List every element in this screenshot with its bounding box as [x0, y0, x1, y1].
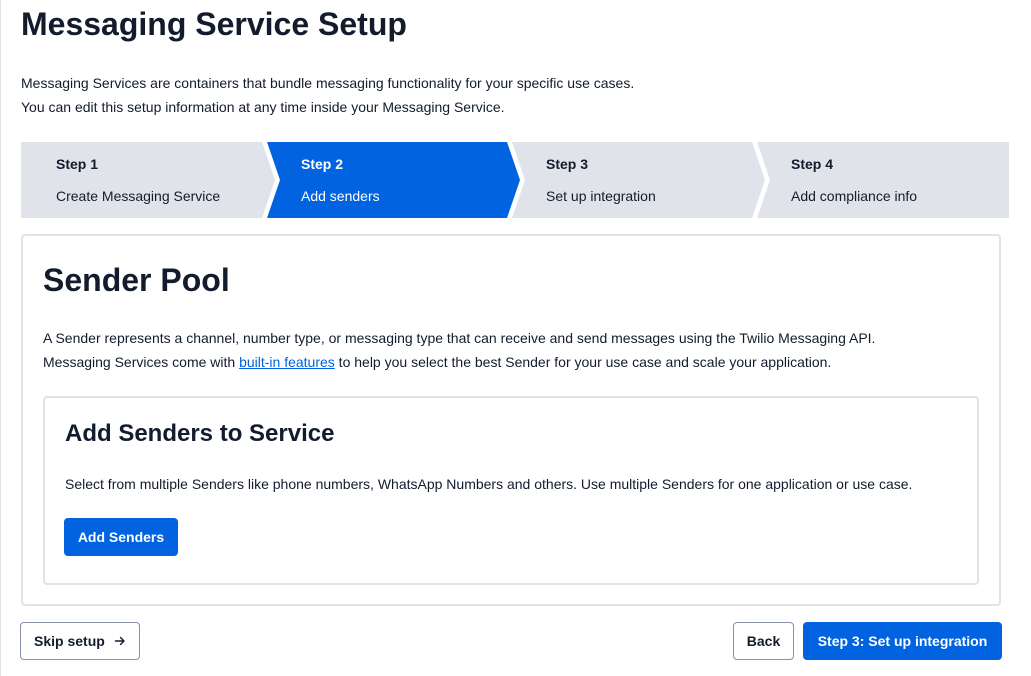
built-in-features-link[interactable]: built-in features — [239, 354, 335, 370]
step-3-label: Set up integration — [546, 188, 656, 204]
setup-stepper: Step 1 Create Messaging Service Step 2 A… — [21, 142, 1009, 218]
step-3-set-up-integration[interactable]: Step 3 Set up integration — [546, 142, 746, 218]
sender-pool-desc-line-2: Messaging Services come with built-in fe… — [43, 350, 973, 374]
step-2-add-senders[interactable]: Step 2 Add senders — [301, 142, 501, 218]
next-step-button[interactable]: Step 3: Set up integration — [803, 622, 1002, 660]
add-senders-description: Select from multiple Senders like phone … — [65, 476, 913, 492]
skip-setup-button[interactable]: Skip setup — [20, 622, 140, 660]
intro-line-1: Messaging Services are containers that b… — [21, 75, 635, 91]
step-4-add-compliance-info[interactable]: Step 4 Add compliance info — [791, 142, 991, 218]
sender-pool-card: Sender Pool A Sender represents a channe… — [21, 234, 1001, 606]
add-senders-title: Add Senders to Service — [65, 420, 335, 447]
left-edge-divider — [0, 0, 1, 676]
step-1-label: Create Messaging Service — [56, 188, 221, 204]
step-3-number: Step 3 — [546, 156, 589, 172]
arrow-right-icon — [114, 635, 126, 647]
step-1-create-messaging-service[interactable]: Step 1 Create Messaging Service — [56, 142, 256, 218]
desc-line-2-prefix: Messaging Services come with — [43, 354, 240, 370]
step-1-number: Step 1 — [56, 156, 99, 172]
sender-pool-title: Sender Pool — [43, 262, 230, 298]
sender-pool-desc-line-1: A Sender represents a channel, number ty… — [43, 330, 876, 346]
desc-line-2-suffix: to help you select the best Sender for y… — [334, 354, 832, 370]
back-button[interactable]: Back — [733, 622, 794, 660]
intro-line-2: You can edit this setup information at a… — [21, 99, 505, 115]
step-2-label: Add senders — [301, 188, 380, 204]
add-senders-card: Add Senders to Service Select from multi… — [43, 396, 979, 585]
skip-setup-label: Skip setup — [34, 633, 105, 649]
sender-pool-description: A Sender represents a channel, number ty… — [43, 326, 973, 374]
step-4-number: Step 4 — [791, 156, 834, 172]
step-2-number: Step 2 — [301, 156, 344, 172]
page-intro: Messaging Services are containers that b… — [21, 71, 634, 119]
step-4-label: Add compliance info — [791, 188, 918, 204]
add-senders-button[interactable]: Add Senders — [64, 518, 178, 556]
messaging-service-setup-page: Messaging Service Setup Messaging Servic… — [0, 0, 1031, 676]
page-title: Messaging Service Setup — [21, 6, 407, 42]
